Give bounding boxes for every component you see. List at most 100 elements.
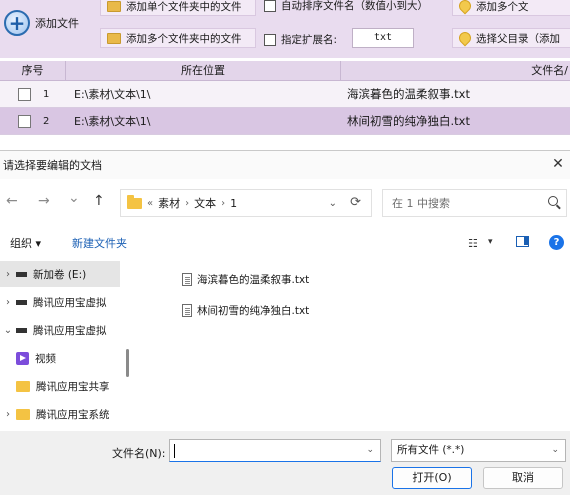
tree-item-label: 腾讯应用宝虚拟: [33, 324, 107, 337]
navigation-bar: ← → ⌄ ↑ « 素材 › 文本 › 1 ⌄ ⟳ 在 1 中搜索: [0, 187, 570, 219]
text-file-icon: [182, 303, 192, 317]
help-icon[interactable]: ?: [549, 235, 564, 250]
chevron-down-icon[interactable]: ▾: [488, 237, 493, 247]
row-checkbox[interactable]: [18, 114, 31, 128]
file-name: 林间初雪的纯净独白.txt: [197, 304, 310, 317]
file-name: 海滨暮色的温柔叙事.txt: [197, 273, 310, 286]
row-number: 1: [43, 88, 50, 100]
file-list: 海滨暮色的温柔叙事.txt 林间初雪的纯净独白.txt: [136, 259, 570, 431]
filename-input[interactable]: ⌄: [169, 439, 381, 462]
text-file-icon: [182, 272, 192, 286]
filetype-select[interactable]: 所有文件 (*.*) ⌄: [391, 439, 566, 462]
folder-icon: [16, 408, 30, 420]
dialog-title: 请选择要编辑的文档: [3, 159, 102, 172]
chevron-down-icon[interactable]: ⌄: [551, 440, 559, 461]
file-item[interactable]: 林间初雪的纯净独白.txt: [182, 301, 309, 319]
table-row[interactable]: 1 E:\素材\文本\1\ 海滨暮色的温柔叙事.txt: [0, 81, 570, 108]
tree-item-tencent-system[interactable]: › 腾讯应用宝系统: [0, 401, 136, 427]
chevron-down-icon[interactable]: ⌄: [0, 325, 16, 336]
plus-icon: +: [4, 10, 30, 36]
filename-label: 文件名(N):: [112, 447, 166, 460]
row-location: E:\素材\文本\1\: [74, 115, 151, 128]
search-icon: [548, 196, 558, 206]
chevron-right-icon: ›: [221, 197, 226, 209]
tree-item-tencent-virtual-1[interactable]: › 腾讯应用宝虚拟: [0, 289, 136, 315]
add-multi-folders-button[interactable]: 添加多个文件夹中的文件: [100, 28, 256, 48]
add-single-folder-label: 添加单个文件夹中的文件: [126, 0, 242, 13]
checkbox-box[interactable]: [264, 33, 276, 46]
folder-icon: [16, 380, 30, 392]
open-button[interactable]: 打开(O): [392, 467, 472, 489]
folder-icon: [107, 0, 121, 12]
table-header: 序号 所在位置 文件名/: [0, 61, 570, 81]
search-placeholder: 在 1 中搜索: [392, 197, 450, 210]
folder-icon: [127, 194, 142, 209]
auto-sort-checkbox[interactable]: 自动排序文件名（数值小到大）: [264, 0, 428, 13]
view-options-icon[interactable]: ☷: [468, 237, 478, 250]
recent-locations-icon[interactable]: ⌄: [68, 190, 80, 206]
ext-checkbox[interactable]: 指定扩展名:: [264, 32, 337, 47]
tree-item-drive-e[interactable]: › 新加卷 (E:): [0, 261, 120, 287]
breadcrumb-item[interactable]: 素材: [158, 195, 180, 211]
checkbox-box[interactable]: [264, 0, 276, 12]
add-file-button[interactable]: + 添加文件: [0, 6, 98, 40]
preview-pane-icon[interactable]: [516, 236, 529, 247]
header-no[interactable]: 序号: [0, 61, 66, 80]
row-filename: 海滨暮色的温柔叙事.txt: [347, 87, 470, 101]
refresh-icon[interactable]: ⟳: [350, 195, 361, 210]
chevron-right-icon[interactable]: ›: [0, 409, 16, 420]
chevron-down-icon[interactable]: ⌄: [329, 198, 337, 209]
auto-sort-label: 自动排序文件名（数值小到大）: [281, 0, 428, 12]
dialog-title-bar: 请选择要编辑的文档 ✕: [0, 151, 570, 179]
row-number: 2: [43, 115, 50, 127]
chevron-right-icon[interactable]: ›: [0, 297, 16, 308]
breadcrumb-item[interactable]: 1: [230, 197, 237, 210]
new-folder-button[interactable]: 新建文件夹: [72, 235, 127, 251]
add-file-label: 添加文件: [35, 17, 79, 30]
breadcrumb-item[interactable]: 文本: [194, 195, 216, 211]
add-single-folder-button[interactable]: 添加单个文件夹中的文件: [100, 0, 256, 16]
tree-item-video[interactable]: 视频: [0, 345, 136, 371]
file-table: 序号 所在位置 文件名/ 1 E:\素材\文本\1\ 海滨暮色的温柔叙事.txt…: [0, 61, 570, 135]
chevron-down-icon[interactable]: ⌄: [366, 445, 374, 455]
back-arrow-icon[interactable]: ←: [6, 193, 18, 209]
gem-icon: [456, 29, 474, 47]
tree-item-label: 新加卷 (E:): [33, 268, 87, 281]
file-item[interactable]: 海滨暮色的温柔叙事.txt: [182, 270, 309, 288]
breadcrumb-overflow[interactable]: «: [147, 198, 153, 209]
select-parent-dir-button[interactable]: 选择父目录（添加: [452, 28, 570, 48]
command-bar: 组织 ▾ 新建文件夹 ☷ ▾ ?: [0, 231, 570, 255]
text-caret: [174, 444, 175, 458]
video-icon: [16, 351, 29, 365]
header-filename[interactable]: 文件名/: [341, 61, 570, 80]
address-bar[interactable]: « 素材 › 文本 › 1 ⌄ ⟳: [120, 189, 372, 217]
row-checkbox[interactable]: [18, 87, 31, 101]
dialog-footer: 文件名(N): ⌄ 所有文件 (*.*) ⌄ 打开(O) 取消: [0, 431, 570, 495]
table-row[interactable]: 2 E:\素材\文本\1\ 林间初雪的纯净独白.txt: [0, 108, 570, 135]
tree-item-label: 视频: [35, 352, 56, 365]
search-input[interactable]: 在 1 中搜索: [382, 189, 567, 217]
up-arrow-icon[interactable]: ↑: [93, 193, 105, 209]
cancel-button[interactable]: 取消: [483, 467, 563, 489]
chevron-right-icon: ›: [185, 197, 190, 209]
gem-icon: [456, 0, 474, 15]
forward-arrow-icon[interactable]: →: [38, 193, 50, 209]
tree-item-tencent-shared[interactable]: 腾讯应用宝共享: [0, 373, 136, 399]
app-toolbar: + 添加文件 添加单个文件夹中的文件 添加多个文件夹中的文件 自动排序文件名（数…: [0, 0, 570, 58]
add-multi-files-label: 添加多个文: [476, 0, 529, 13]
chevron-right-icon[interactable]: ›: [0, 269, 16, 280]
row-filename: 林间初雪的纯净独白.txt: [347, 114, 470, 128]
close-icon[interactable]: ✕: [550, 156, 566, 172]
add-multi-files-button[interactable]: 添加多个文: [452, 0, 570, 16]
drive-icon: [16, 299, 27, 305]
row-location: E:\素材\文本\1\: [74, 88, 151, 101]
extension-input[interactable]: txt: [352, 28, 414, 48]
open-file-dialog: 请选择要编辑的文档 ✕ ← → ⌄ ↑ « 素材 › 文本 › 1 ⌄ ⟳ 在 …: [0, 150, 570, 495]
nav-pane-scrollbar[interactable]: [126, 349, 129, 377]
organize-menu[interactable]: 组织 ▾: [10, 235, 41, 251]
tree-item-tencent-virtual-2[interactable]: ⌄ 腾讯应用宝虚拟: [0, 317, 136, 343]
drive-icon: [16, 327, 27, 333]
header-location[interactable]: 所在位置: [66, 61, 341, 80]
folder-icon: [107, 32, 121, 44]
filetype-value: 所有文件 (*.*): [397, 444, 465, 456]
